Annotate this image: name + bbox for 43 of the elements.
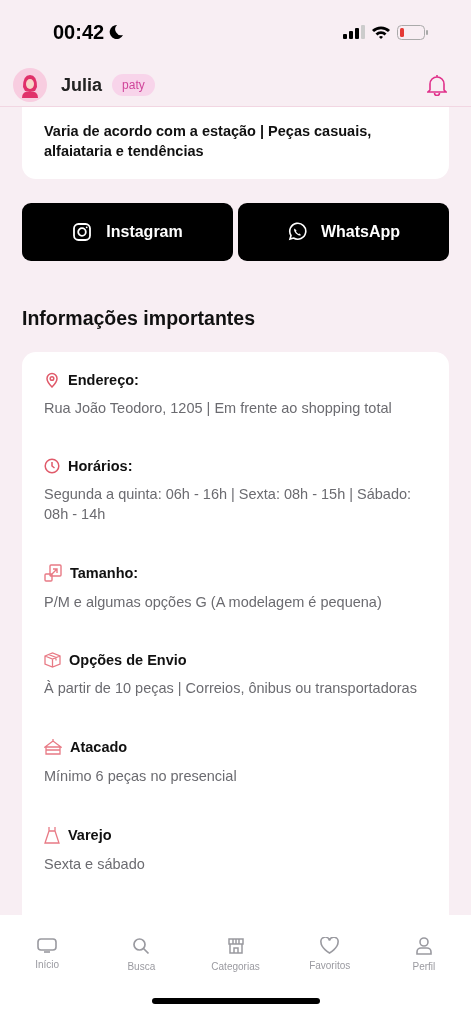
tab-item[interactable]: Categorias (188, 937, 283, 972)
info-text: Mínimo 6 peças no presencial (44, 767, 238, 786)
search-icon (132, 937, 151, 955)
user-name: Julia (61, 74, 103, 96)
info-text: À partir de 10 peças | Correios, ônibus ou transportadoras (44, 679, 418, 698)
info-title: Opções de Envio (69, 652, 187, 668)
status-time: 00:42 (53, 20, 105, 44)
info-title: Tamanho: (70, 565, 139, 581)
tab-item[interactable]: Busca (94, 937, 189, 972)
notification-bell-icon[interactable] (427, 74, 447, 96)
signal-icon (343, 25, 365, 39)
location-pin-icon (44, 372, 60, 388)
info-title: Horários: (68, 458, 133, 474)
tab-item[interactable]: Perfil (376, 937, 471, 972)
info-text: Sexta e sábado (44, 855, 146, 874)
tab-item[interactable]: Início (0, 937, 95, 972)
hanger-icon (44, 738, 62, 756)
camera-icon (72, 222, 93, 242)
heart-icon (320, 937, 340, 954)
wifi-icon (371, 25, 391, 39)
description-text: Varia de acordo com a estação | Peças casuais, alfaiataria e tendências (44, 122, 373, 161)
info-text: Segunda a quinta: 06h - 16h | Sexta: 08h - 15h | Sábado: 08h - 14h (44, 485, 413, 524)
info-title: Atacado (70, 739, 128, 755)
box-icon (44, 652, 61, 668)
user-badge: paty (112, 74, 155, 96)
store-icon (226, 937, 245, 955)
chat-phone-icon (286, 222, 307, 242)
screen-icon (37, 937, 58, 953)
resize-arrows-icon (44, 564, 62, 582)
avatar[interactable] (13, 68, 47, 102)
info-title: Endereço: (68, 372, 139, 388)
info-text: Rua João Teodoro, 1205 | Em frente ao shopping total (44, 399, 393, 418)
tab-item[interactable]: Favoritos (282, 937, 377, 972)
dress-icon (44, 826, 60, 844)
info-title: Varejo (68, 827, 112, 843)
person-icon (415, 937, 432, 955)
clock-icon (44, 458, 60, 474)
instagram-button[interactable]: Instagram (22, 203, 233, 261)
section-title: Informações importantes (22, 307, 256, 330)
moon-icon (108, 24, 125, 40)
whatsapp-button[interactable]: WhatsApp (238, 203, 449, 261)
info-text: P/M e algumas opções G (A modelagem é pequena) (44, 593, 383, 612)
battery-icon (397, 24, 429, 40)
